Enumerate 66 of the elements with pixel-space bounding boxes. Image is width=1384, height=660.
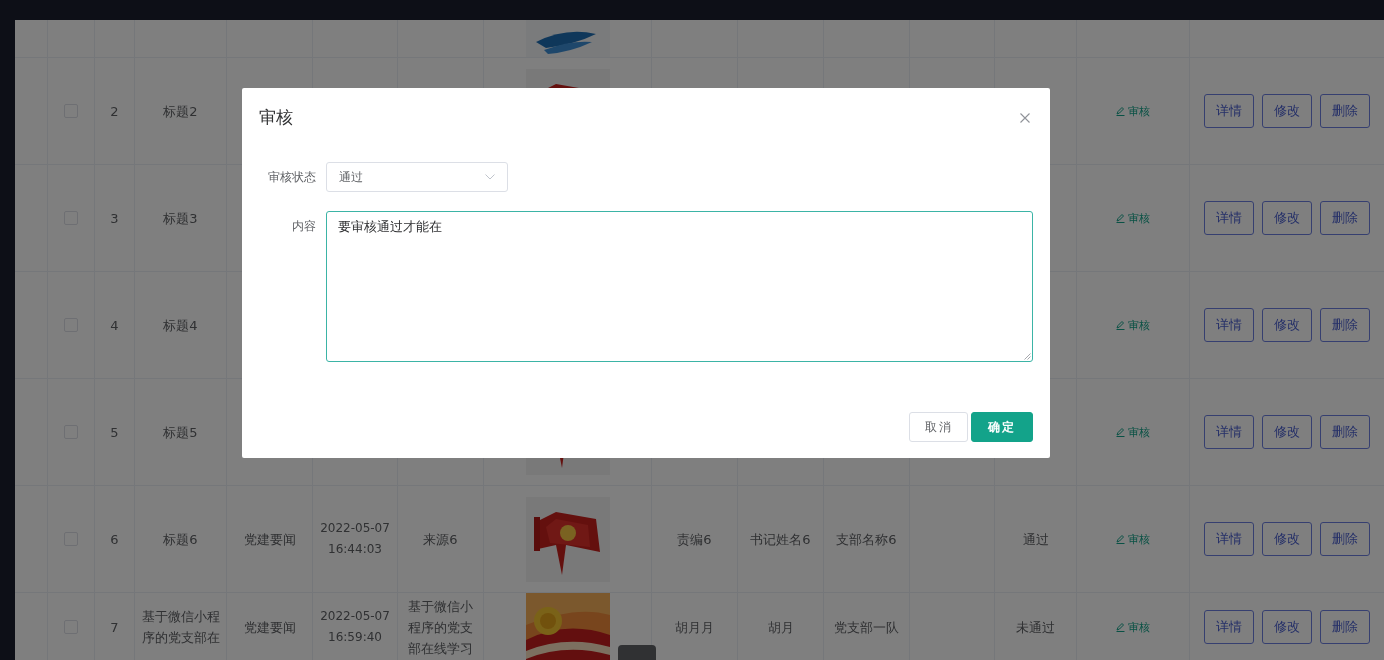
title-cell-text: 基于微信小程序的党支部在 [140,608,221,647]
title-cell-text: 标题3 [163,209,198,228]
details-button[interactable]: 详情 [1204,610,1254,644]
audit-link[interactable]: 审核 [1116,100,1150,122]
dialog-title: 审核 [259,106,293,129]
status-select[interactable]: 通过 [326,162,508,192]
edit-button[interactable]: 修改 [1262,415,1312,449]
source-cell-text: 基于微信小程序的党支部在线学习 [407,597,474,658]
row-number: 6 [110,530,119,549]
delete-button[interactable]: 删除 [1320,415,1370,449]
edit-button[interactable]: 修改 [1262,94,1312,128]
audit-link[interactable]: 审核 [1116,314,1150,336]
pencil-icon [1116,534,1125,544]
pencil-icon [1116,427,1125,437]
delete-button[interactable]: 删除 [1320,94,1370,128]
edit-button[interactable]: 修改 [1262,610,1312,644]
resize-grip-icon [1024,353,1031,360]
editor-cell-text: 胡月月 [675,618,714,637]
edit-button[interactable]: 修改 [1262,201,1312,235]
edit-button[interactable]: 修改 [1262,308,1312,342]
details-button[interactable]: 详情 [1204,308,1254,342]
audit-link[interactable]: 审核 [1116,528,1150,550]
details-button[interactable]: 详情 [1204,201,1254,235]
delete-button[interactable]: 删除 [1320,610,1370,644]
category-cell-text: 党建要闻 [243,530,296,549]
tooltip [618,645,656,660]
title-cell-text: 标题6 [163,530,198,549]
secretary-cell-text: 胡月 [767,618,794,637]
details-button[interactable]: 详情 [1204,415,1254,449]
date-cell-text: 2022-05-07 16:59:40 [319,608,391,646]
close-icon[interactable] [1020,112,1030,123]
row-number: 7 [110,618,119,637]
title-cell-text: 标题5 [163,423,198,442]
delete-button[interactable]: 删除 [1320,201,1370,235]
audit-link[interactable]: 审核 [1116,616,1150,638]
delete-button[interactable]: 删除 [1320,308,1370,342]
pencil-icon [1116,622,1125,632]
editor-cell-text: 责编6 [677,530,712,549]
category-cell-text: 党建要闻 [243,618,296,637]
audit-link[interactable]: 审核 [1116,421,1150,443]
details-button[interactable]: 详情 [1204,522,1254,556]
status-cell-text: 未通过 [1016,618,1055,637]
status-cell-text: 通过 [1022,530,1049,549]
row-number: 3 [110,209,119,228]
secretary-cell-text: 书记姓名6 [750,530,811,549]
branch-cell-text: 支部名称6 [836,530,897,549]
chevron-down-icon [485,174,495,180]
source-cell-text: 来源6 [423,530,458,549]
cancel-button[interactable]: 取消 [909,412,968,442]
confirm-button[interactable]: 确定 [971,412,1033,442]
row-number: 5 [110,423,119,442]
field-label: 内容 [291,218,316,235]
pencil-icon [1116,320,1125,330]
date-cell-text: 2022-05-07 16:44:03 [319,520,391,558]
edit-button[interactable]: 修改 [1262,522,1312,556]
row-number: 4 [110,316,119,335]
content-field[interactable]: 要审核通过才能在 [326,211,1033,362]
field-label: 审核状态 [267,169,316,186]
pencil-icon [1116,106,1125,116]
title-cell-text: 标题2 [163,102,198,121]
details-button[interactable]: 详情 [1204,94,1254,128]
delete-button[interactable]: 删除 [1320,522,1370,556]
pencil-icon [1116,213,1125,223]
audit-link[interactable]: 审核 [1116,207,1150,229]
row-number: 2 [110,102,119,121]
title-cell-text: 标题4 [163,316,198,335]
